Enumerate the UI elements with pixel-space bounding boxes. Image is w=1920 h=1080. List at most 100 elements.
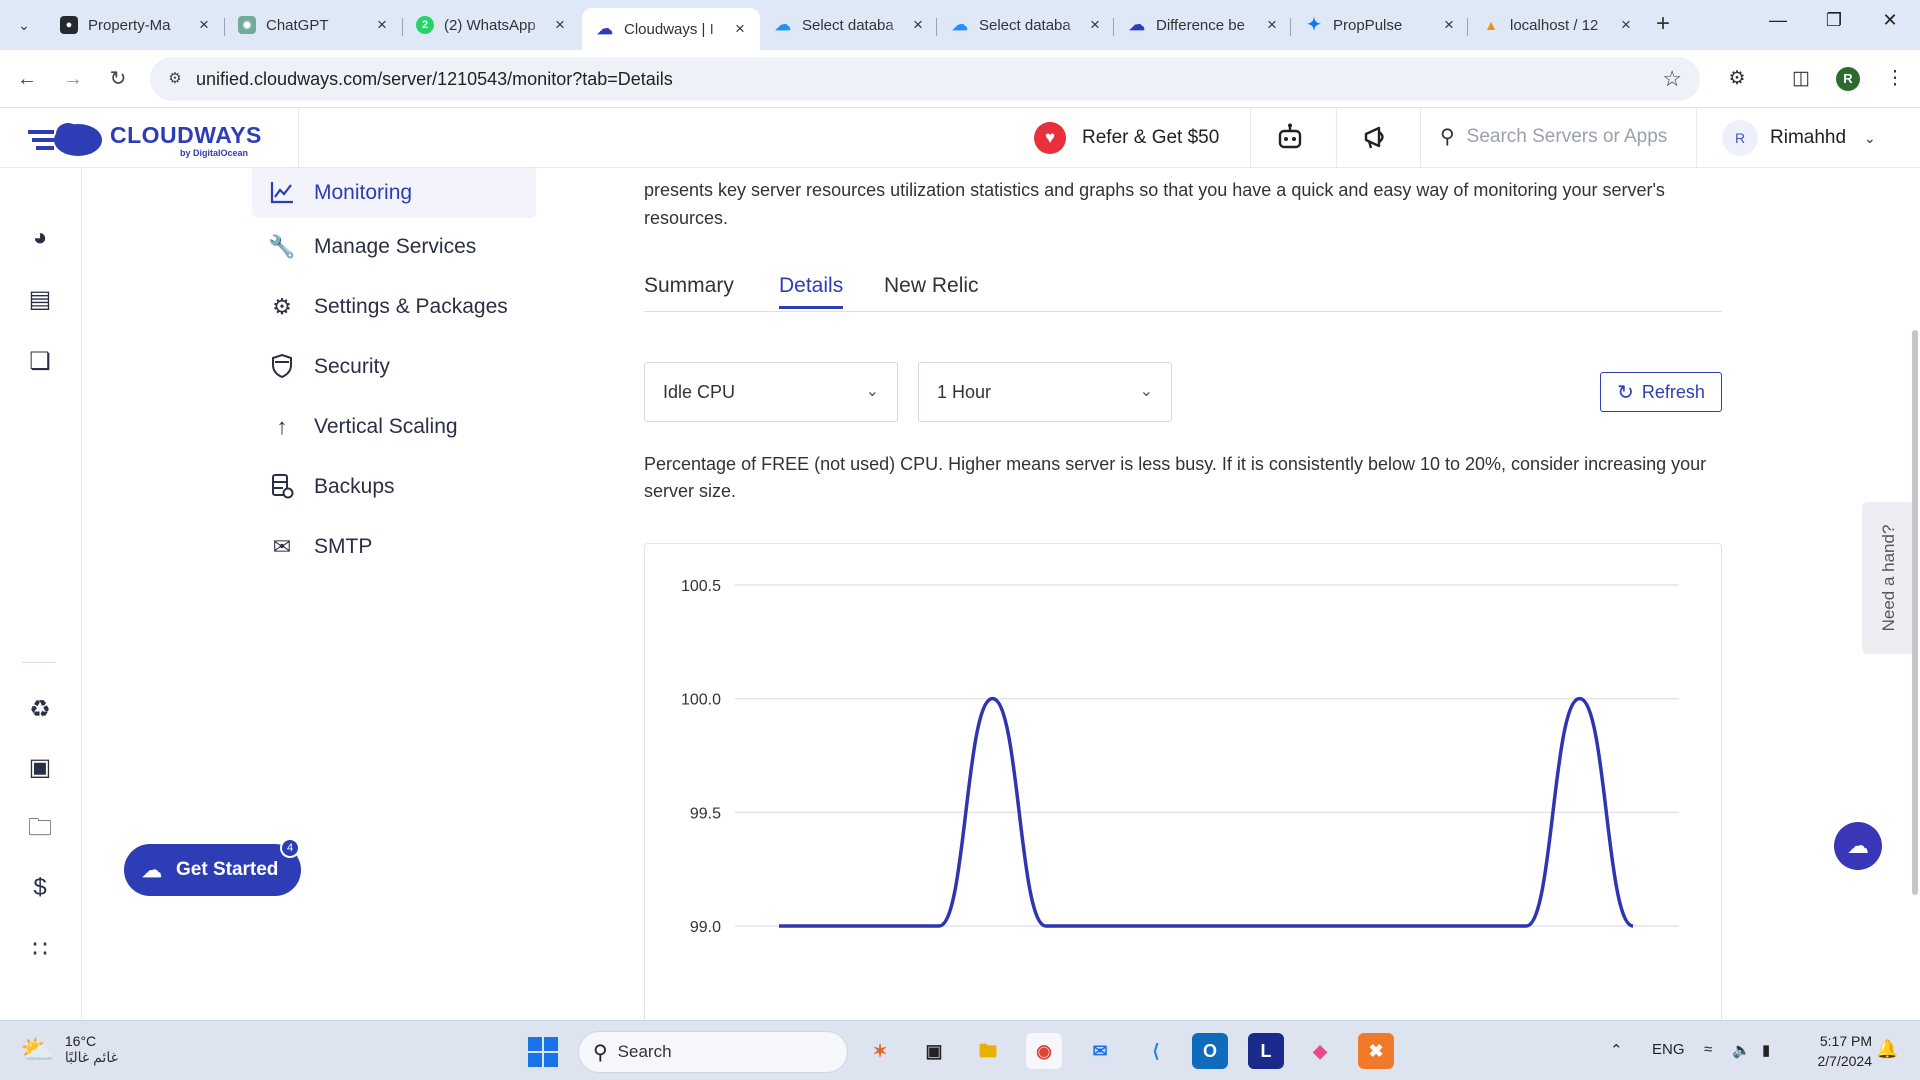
- submenu-item-smtp[interactable]: ✉ SMTP: [252, 522, 536, 572]
- tab-search-chevron-icon[interactable]: ⌄: [8, 9, 40, 41]
- extensions-icon[interactable]: ⚙: [1722, 64, 1752, 94]
- robot-icon[interactable]: [1274, 122, 1306, 154]
- server-search-input[interactable]: ⚲ Search Servers or Apps: [1440, 124, 1667, 149]
- dashboard-gauge-icon[interactable]: ◕: [24, 222, 56, 254]
- reload-icon[interactable]: ↻: [103, 64, 133, 94]
- submenu-item-manage-services[interactable]: 🔧 Manage Services: [252, 222, 536, 272]
- mail-icon[interactable]: ✉: [1082, 1033, 1118, 1069]
- back-arrow-icon[interactable]: ←: [12, 64, 42, 94]
- arrow-up-icon: ↑: [276, 414, 288, 439]
- browser-tab[interactable]: ▲ localhost / 12 ×: [1468, 8, 1646, 42]
- windows-start-icon[interactable]: [528, 1037, 558, 1067]
- browser-tab-active[interactable]: ☁ Cloudways | I ×: [582, 8, 760, 50]
- browser-tab[interactable]: ✹ ChatGPT ×: [224, 8, 402, 42]
- close-icon[interactable]: ×: [1262, 15, 1282, 35]
- user-menu[interactable]: R Rimahhd ⌄: [1722, 120, 1876, 156]
- team-icon[interactable]: ♻: [24, 694, 56, 726]
- browser-tab[interactable]: ☁ Select databa ×: [760, 8, 938, 42]
- close-icon[interactable]: ×: [550, 15, 570, 35]
- language-indicator[interactable]: ENG: [1652, 1041, 1685, 1058]
- battery-icon[interactable]: ▮: [1762, 1041, 1770, 1059]
- chatgpt-icon: ✹: [238, 16, 256, 34]
- time-range-select[interactable]: 1 Hour ⌄: [918, 362, 1172, 422]
- minimize-icon[interactable]: —: [1758, 10, 1798, 31]
- xampp-icon[interactable]: ✖: [1358, 1033, 1394, 1069]
- close-icon[interactable]: ×: [1085, 15, 1105, 35]
- submenu-item-settings[interactable]: ⚙ Settings & Packages: [252, 282, 536, 332]
- user-avatar: R: [1722, 120, 1758, 156]
- bookmark-star-icon[interactable]: ☆: [1662, 66, 1682, 92]
- addons-camera-icon[interactable]: ▣: [24, 752, 56, 784]
- gitkraken-icon[interactable]: ◆: [1302, 1033, 1338, 1069]
- site-settings-icon[interactable]: ⚙: [164, 68, 186, 90]
- search-icon: ⚲: [1440, 126, 1455, 148]
- page-scrollbar[interactable]: [1912, 330, 1918, 895]
- tab-title: PropPulse: [1333, 16, 1403, 34]
- browser-tab[interactable]: ● Property-Ma ×: [46, 8, 224, 42]
- notification-bell-icon[interactable]: 🔔: [1876, 1039, 1898, 1060]
- browser-menu-icon[interactable]: ⋮: [1880, 64, 1910, 94]
- refresh-button[interactable]: ↻ Refresh: [1600, 372, 1722, 412]
- servers-icon[interactable]: ▤: [24, 284, 56, 316]
- copilot-icon[interactable]: ✶: [862, 1033, 898, 1069]
- megaphone-icon[interactable]: [1360, 122, 1392, 154]
- tab-details[interactable]: Details: [779, 274, 844, 309]
- window-close-icon[interactable]: ✕: [1870, 10, 1910, 31]
- forward-arrow-icon[interactable]: →: [58, 64, 88, 94]
- close-icon[interactable]: ×: [1439, 15, 1459, 35]
- browser-tab[interactable]: 2 (2) WhatsApp ×: [402, 8, 580, 42]
- tab-summary[interactable]: Summary: [644, 274, 734, 306]
- tab-new-relic[interactable]: New Relic: [884, 274, 979, 306]
- outlook-icon[interactable]: O: [1192, 1033, 1228, 1069]
- close-icon[interactable]: ×: [1616, 15, 1636, 35]
- submenu-label: Monitoring: [314, 181, 413, 204]
- new-tab-plus-icon[interactable]: +: [1650, 12, 1676, 36]
- close-icon[interactable]: ×: [372, 15, 392, 35]
- chat-bot-icon[interactable]: ☁: [1834, 822, 1882, 870]
- task-view-icon[interactable]: ▣: [916, 1033, 952, 1069]
- l-app-icon[interactable]: L: [1248, 1033, 1284, 1069]
- browser-tab[interactable]: ✦ PropPulse ×: [1291, 8, 1469, 42]
- tab-title: Property-Ma: [88, 16, 171, 34]
- browser-tab-strip: ⌄ ● Property-Ma × ✹ ChatGPT × 2 (2) What…: [0, 0, 1920, 50]
- chrome-icon[interactable]: ◉: [1026, 1033, 1062, 1069]
- browser-profile-avatar[interactable]: R: [1836, 67, 1860, 91]
- close-icon[interactable]: ×: [908, 15, 928, 35]
- clock-date: 2/7/2024: [1817, 1053, 1873, 1069]
- projects-folder-icon[interactable]: 🗀: [24, 812, 56, 844]
- billing-dollar-icon[interactable]: $: [24, 872, 56, 904]
- submenu-item-backups[interactable]: Backups: [252, 462, 536, 512]
- get-started-label: Get Started: [176, 859, 279, 880]
- metric-select[interactable]: Idle CPU ⌄: [644, 362, 898, 422]
- close-icon[interactable]: ×: [194, 15, 214, 35]
- submenu-label: Manage Services: [314, 235, 477, 258]
- tray-chevron-up-icon[interactable]: ⌃: [1610, 1041, 1623, 1059]
- browser-tab[interactable]: ☁ Difference be ×: [1114, 8, 1292, 42]
- get-started-button[interactable]: ☁ Get Started: [124, 844, 301, 896]
- refer-label: Refer & Get $50: [1082, 127, 1220, 148]
- file-explorer-icon[interactable]: 🖿: [970, 1033, 1006, 1069]
- url-text[interactable]: unified.cloudways.com/server/1210543/mon…: [196, 69, 673, 90]
- applications-icon[interactable]: ❏: [24, 346, 56, 378]
- refer-button[interactable]: ♥ Refer & Get $50: [1034, 122, 1219, 154]
- vscode-icon[interactable]: ⟨: [1138, 1033, 1174, 1069]
- submenu-item-monitoring[interactable]: Monitoring: [252, 168, 536, 218]
- address-bar[interactable]: ⚙ unified.cloudways.com/server/1210543/m…: [150, 57, 1700, 101]
- azure-icon: ☁: [775, 17, 791, 34]
- need-a-hand-tab[interactable]: Need a hand?: [1862, 502, 1916, 654]
- submenu-item-security[interactable]: Security: [252, 342, 536, 392]
- system-clock[interactable]: 5:17 PM 2/7/2024: [1802, 1031, 1873, 1071]
- apps-grid-icon[interactable]: ∷: [24, 934, 56, 966]
- weather-widget[interactable]: ⛅ 16°C غائم غالبًا: [20, 1033, 118, 1066]
- cloudways-logo[interactable]: CLOUDWAYS by DigitalOcean: [28, 116, 298, 160]
- browser-tab[interactable]: ☁ Select databa ×: [937, 8, 1115, 42]
- wrench-icon: 🔧: [268, 234, 296, 259]
- submenu-item-vertical-scaling[interactable]: ↑ Vertical Scaling: [252, 402, 536, 452]
- volume-muted-icon[interactable]: 🔈: [1732, 1041, 1751, 1059]
- restore-icon[interactable]: ❐: [1814, 10, 1854, 31]
- close-icon[interactable]: ×: [730, 19, 750, 39]
- taskbar-search[interactable]: ⚲ Search: [578, 1031, 848, 1073]
- wifi-icon[interactable]: ≈: [1704, 1041, 1712, 1058]
- y-tick-label: 100.0: [681, 692, 721, 709]
- side-panel-icon[interactable]: ◫: [1786, 64, 1816, 94]
